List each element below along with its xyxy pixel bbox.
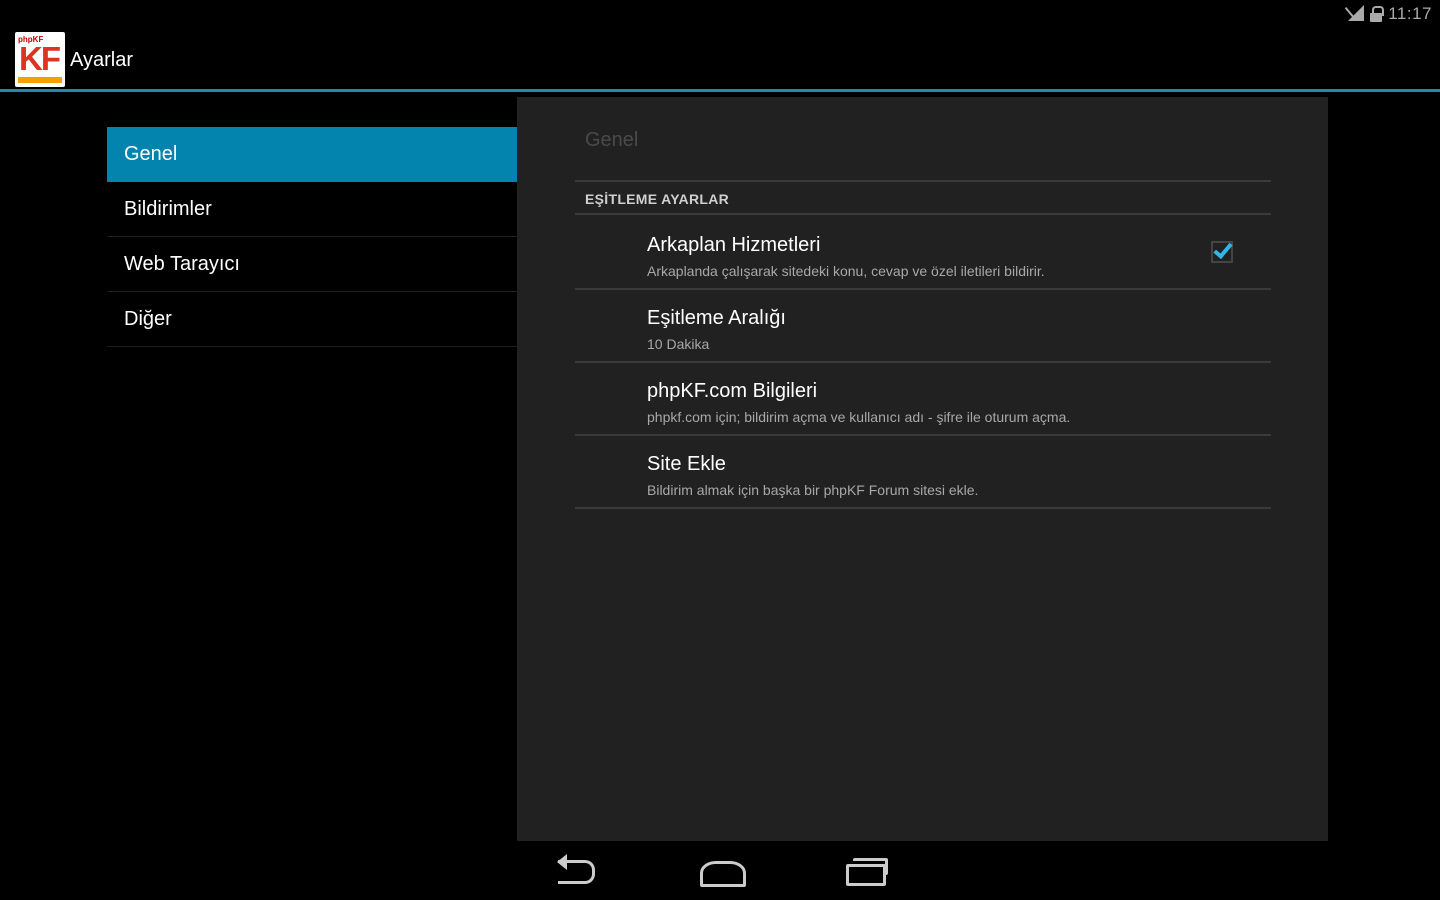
pref-summary: 10 Dakika	[647, 336, 710, 352]
category-title: EŞİTLEME AYARLAR	[585, 191, 730, 207]
pref-sync-interval[interactable]: Eşitleme Aralığı 10 Dakika	[575, 290, 1271, 363]
pref-title: Arkaplan Hizmetleri	[647, 234, 821, 256]
breadcrumb: Genel	[585, 129, 639, 151]
home-icon[interactable]	[690, 850, 750, 890]
signal-icon	[1346, 5, 1365, 23]
pref-add-site[interactable]: Site Ekle Bildirim almak için başka bir …	[575, 436, 1271, 509]
header-item-genel[interactable]: Genel	[107, 127, 517, 182]
status-icons: 11:17	[1346, 4, 1432, 24]
pref-phpkf-info[interactable]: phpKF.com Bilgileri phpkf.com için; bild…	[575, 363, 1271, 436]
pref-title: phpKF.com Bilgileri	[647, 380, 818, 402]
clock: 11:17	[1388, 4, 1432, 23]
pref-background-services[interactable]: Arkaplan Hizmetleri Arkaplanda çalışarak…	[575, 217, 1271, 290]
settings-screen: 11:17 phpKF KF Ayarlar Genel Bildirimler…	[0, 0, 1440, 900]
breadcrumb-divider	[575, 180, 1271, 182]
logo-bar	[18, 77, 62, 83]
action-bar: phpKF KF Ayarlar	[0, 30, 1440, 92]
status-bar: 11:17	[0, 0, 1440, 30]
pref-summary: Bildirim almak için başka bir phpKF Foru…	[647, 482, 979, 498]
background-services-checkbox[interactable]	[1211, 238, 1233, 263]
pref-title: Site Ekle	[647, 453, 726, 475]
back-icon[interactable]	[546, 850, 606, 890]
pref-summary: Arkaplanda çalışarak sitedeki konu, ceva…	[647, 263, 1045, 279]
logo-letters: KF	[19, 40, 61, 77]
header-item-web-tarayici[interactable]: Web Tarayıcı	[107, 237, 517, 292]
navigation-bar	[0, 842, 1440, 900]
header-item-diger[interactable]: Diğer	[107, 292, 517, 347]
action-bar-divider	[0, 89, 1440, 92]
preferences-pane: Genel EŞİTLEME AYARLAR Arkaplan Hizmetle…	[517, 97, 1328, 841]
checkmark-icon	[1213, 238, 1233, 260]
app-logo-icon[interactable]: phpKF KF	[15, 32, 65, 87]
pref-summary: phpkf.com için; bildirim açma ve kullanı…	[647, 409, 1071, 425]
category-divider	[575, 213, 1271, 215]
lock-icon	[1370, 6, 1385, 22]
page-title: Ayarlar	[70, 49, 133, 71]
header-item-bildirimler[interactable]: Bildirimler	[107, 182, 517, 237]
settings-headers-list: Genel Bildirimler Web Tarayıcı Diğer	[107, 127, 517, 347]
pref-title: Eşitleme Aralığı	[647, 307, 786, 329]
recent-apps-icon[interactable]	[836, 850, 896, 890]
